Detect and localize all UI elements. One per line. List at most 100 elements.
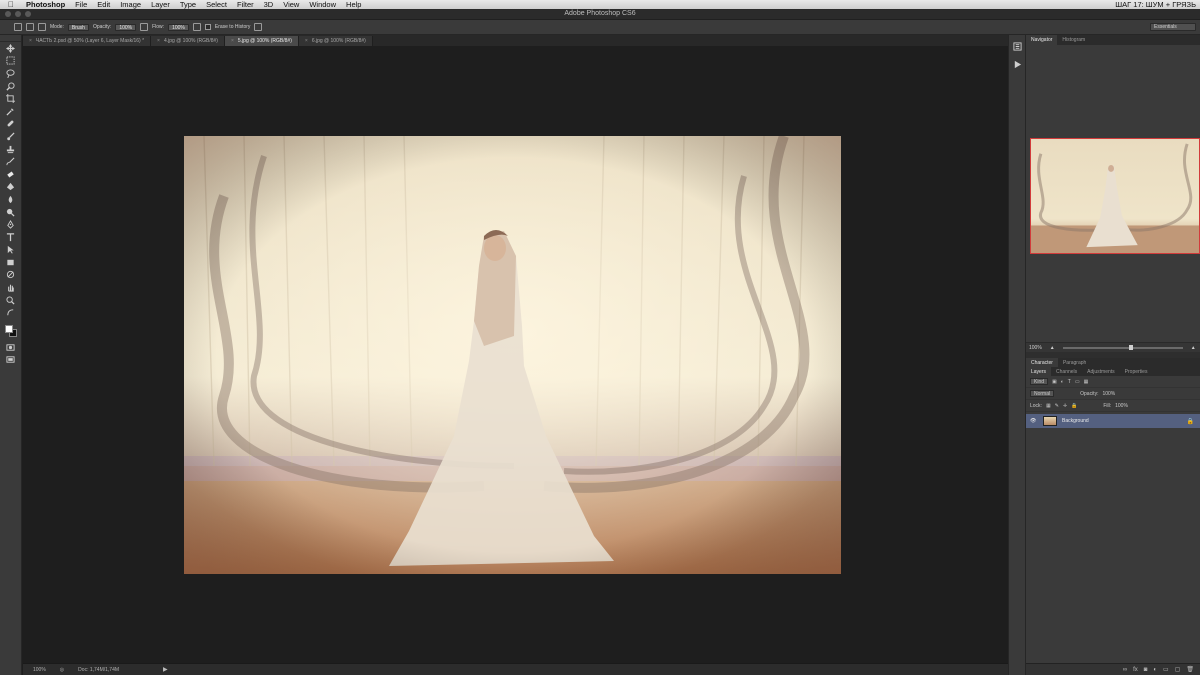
menu-filter[interactable]: Filter (232, 0, 259, 9)
link-layers-icon[interactable]: ∞ (1123, 667, 1127, 673)
tab-document-0[interactable]: × ЧАСТЬ 2.psd @ 50% (Layer 6, Layer Mask… (23, 36, 152, 46)
fill-field[interactable]: 100% (1115, 403, 1128, 409)
new-layer-icon[interactable]: ▢ (1175, 666, 1181, 673)
lock-all-icon[interactable]: 🔒 (1071, 403, 1077, 409)
tools-panel-grip[interactable] (0, 35, 21, 42)
eraser-tool-preset-icon[interactable] (14, 23, 22, 31)
pressure-opacity-icon[interactable] (140, 23, 149, 31)
zoom-tool-icon[interactable] (0, 294, 21, 307)
tab-properties[interactable]: Properties (1120, 367, 1153, 376)
opacity-field[interactable]: 100% (115, 23, 137, 31)
filter-pixel-icon[interactable]: ▣ (1052, 379, 1057, 385)
zoom-out-icon[interactable]: ▲ (1050, 345, 1055, 351)
erase-to-history-checkbox[interactable] (204, 24, 211, 30)
menu-app-name[interactable]: Photoshop (22, 0, 70, 9)
new-group-icon[interactable]: ▭ (1163, 666, 1169, 673)
document-image[interactable] (184, 136, 841, 574)
move-tool-icon[interactable] (0, 42, 21, 55)
brush-size-icon[interactable] (26, 23, 34, 31)
lock-transparency-icon[interactable]: ▦ (1046, 403, 1051, 409)
menu-window[interactable]: Window (304, 0, 341, 9)
lock-position-icon[interactable]: ✛ (1063, 403, 1067, 409)
tab-adjustments[interactable]: Adjustments (1082, 367, 1120, 376)
gradient-tool-icon[interactable] (0, 181, 21, 194)
filter-kind-select[interactable]: Kind (1030, 378, 1049, 385)
menu-edit[interactable]: Edit (92, 0, 115, 9)
rectangle-tool-icon[interactable] (0, 256, 21, 269)
dodge-tool-icon[interactable] (0, 206, 21, 219)
canvas-area[interactable] (23, 46, 1008, 663)
tab-document-1[interactable]: × 4.jpg @ 100% (RGB/8#) (151, 36, 225, 46)
tab-channels[interactable]: Channels (1051, 367, 1082, 376)
status-menu-arrow-icon[interactable]: ▶ (163, 666, 168, 673)
layer-row-background[interactable]: 👁 Background 🔒 (1026, 414, 1200, 428)
crop-tool-icon[interactable] (0, 92, 21, 105)
brush-panel-icon[interactable] (38, 23, 46, 31)
swap-colors-icon[interactable] (0, 306, 21, 319)
actions-panel-icon[interactable] (1009, 57, 1025, 71)
filter-smart-object-icon[interactable]: ▦ (1084, 379, 1089, 385)
pen-tool-icon[interactable] (0, 218, 21, 231)
close-tab-icon[interactable]: × (29, 36, 32, 46)
eyedropper-tool-icon[interactable] (0, 105, 21, 118)
type-tool-icon[interactable] (0, 231, 21, 244)
blend-mode-select[interactable]: Normal (1030, 390, 1055, 397)
zoom-in-icon[interactable]: ▲ (1191, 345, 1196, 351)
filter-adjustment-icon[interactable]: ◐ (1061, 379, 1064, 385)
navigator-zoom-value[interactable]: 100% (1029, 345, 1042, 351)
pressure-size-icon[interactable] (254, 23, 263, 31)
tab-document-2[interactable]: × 5.jpg @ 100% (RGB/8#) (224, 36, 299, 46)
navigator-zoom-slider[interactable] (1062, 344, 1183, 350)
hand-tool-icon[interactable] (0, 281, 21, 294)
delete-layer-icon[interactable]: 🗑 (1186, 666, 1194, 673)
menu-file[interactable]: File (70, 0, 92, 9)
quick-selection-tool-icon[interactable] (0, 80, 21, 93)
close-tab-icon[interactable]: × (157, 36, 160, 46)
tab-paragraph[interactable]: Paragraph (1058, 358, 1091, 367)
history-brush-tool-icon[interactable] (0, 155, 21, 168)
blur-tool-icon[interactable] (0, 193, 21, 206)
quick-mask-icon[interactable] (0, 341, 21, 354)
healing-brush-tool-icon[interactable] (0, 118, 21, 131)
filter-shape-icon[interactable]: ▭ (1075, 379, 1080, 385)
layer-name[interactable]: Background (1062, 418, 1089, 424)
airbrush-icon[interactable] (192, 23, 201, 31)
marquee-tool-icon[interactable] (0, 55, 21, 68)
tab-character[interactable]: Character (1026, 358, 1058, 367)
navigator-thumbnail[interactable] (1030, 138, 1200, 254)
tab-navigator[interactable]: Navigator (1026, 35, 1058, 45)
status-zoom[interactable]: 100% (33, 667, 46, 673)
layer-opacity-field[interactable]: 100% (1102, 391, 1115, 397)
zoom-slider-knob[interactable] (1128, 344, 1133, 350)
close-tab-icon[interactable]: × (231, 36, 234, 46)
history-panel-icon[interactable] (1009, 39, 1025, 53)
menu-layer[interactable]: Layer (146, 0, 175, 9)
lock-image-icon[interactable]: ✎ (1055, 403, 1059, 409)
filter-type-icon[interactable]: T (1068, 379, 1071, 385)
brush-tool-icon[interactable] (0, 130, 21, 143)
lasso-tool-icon[interactable] (0, 67, 21, 80)
path-selection-tool-icon[interactable] (0, 244, 21, 257)
close-tab-icon[interactable]: × (305, 36, 308, 46)
foreground-color-swatch[interactable] (5, 325, 13, 334)
3d-tool-icon[interactable] (0, 269, 21, 282)
visibility-eye-icon[interactable]: 👁 (1030, 418, 1038, 424)
clone-stamp-tool-icon[interactable] (0, 143, 21, 156)
tab-histogram[interactable]: Histogram (1057, 35, 1090, 45)
menu-3d[interactable]: 3D (259, 0, 279, 9)
workspace-switcher[interactable]: Essentials (1150, 23, 1196, 31)
layer-style-icon[interactable]: fx (1133, 667, 1138, 673)
screen-mode-icon[interactable] (0, 354, 21, 367)
eraser-tool-icon[interactable] (0, 168, 21, 181)
tab-document-3[interactable]: × 6.jpg @ 100% (RGB/8#) (298, 36, 373, 46)
flow-field[interactable]: 100% (168, 23, 189, 31)
status-info-icon[interactable]: ◎ (60, 667, 64, 673)
menu-select[interactable]: Select (201, 0, 232, 9)
apple-menu-icon[interactable]:  (0, 0, 22, 9)
add-mask-icon[interactable]: ◙ (1144, 667, 1148, 673)
menu-type[interactable]: Type (175, 0, 201, 9)
tab-layers[interactable]: Layers (1026, 367, 1052, 376)
menu-help[interactable]: Help (341, 0, 366, 9)
menu-image[interactable]: Image (115, 0, 146, 9)
adjustment-layer-icon[interactable]: ◐ (1153, 667, 1157, 673)
